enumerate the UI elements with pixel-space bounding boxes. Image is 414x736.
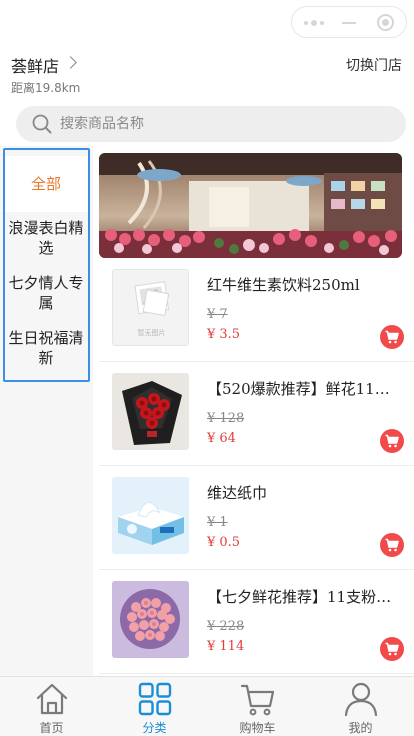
product-price: ¥ 0.5 — [207, 535, 241, 550]
product-name[interactable]: 【七夕鲜花推荐】11支粉玫瑰花束 — [207, 586, 397, 607]
product-name[interactable]: 【520爆款推荐】鲜花11朵红玫瑰 — [207, 378, 397, 399]
add-to-cart-button[interactable] — [380, 533, 404, 557]
promo-banner[interactable] — [99, 153, 402, 258]
cart-icon — [385, 330, 399, 344]
chevron-right-icon[interactable] — [64, 56, 77, 69]
bottom-tab-bar: 首页 分类 购物车 我的 — [0, 676, 414, 736]
add-to-cart-button[interactable] — [380, 325, 404, 349]
product-card[interactable]: 【520爆款推荐】鲜花11朵红玫瑰 ¥ 128 ¥ 64 — [99, 362, 414, 466]
category-birthday[interactable]: 生日祝福清新 — [4, 328, 88, 368]
tissue-box-image — [112, 477, 189, 554]
category-all[interactable]: 全部 — [4, 156, 88, 212]
user-icon — [344, 682, 378, 717]
search-icon — [32, 114, 52, 134]
minimize-icon[interactable] — [342, 22, 356, 24]
search-bar[interactable] — [16, 106, 406, 142]
tab-cart-label: 购物车 — [239, 721, 276, 735]
product-original-price: ¥ 128 — [207, 411, 245, 426]
category-romantic[interactable]: 浪漫表白精选 — [4, 218, 88, 258]
store-name[interactable]: 荟鲜店 — [11, 53, 59, 77]
product-image-placeholder: 暂无图片 — [112, 269, 189, 346]
pink-roses-bouquet-image — [112, 581, 189, 658]
search-input[interactable] — [60, 106, 380, 142]
store-distance: 距离19.8km — [11, 81, 81, 95]
switch-store-button[interactable]: 切换门店 — [346, 55, 402, 75]
cart-icon — [385, 538, 399, 552]
cart-icon — [385, 434, 399, 448]
miniprogram-capsule[interactable] — [291, 6, 407, 38]
category-qixi[interactable]: 七夕情人专属 — [4, 273, 88, 313]
product-name[interactable]: 维达纸巾 — [207, 482, 397, 503]
product-name[interactable]: 红牛维生素饮料250ml — [207, 274, 397, 295]
close-target-icon[interactable] — [377, 14, 394, 31]
tab-cart[interactable]: 购物车 — [206, 677, 309, 736]
product-price: ¥ 64 — [207, 431, 236, 446]
product-price: ¥ 3.5 — [207, 327, 241, 342]
more-dots-icon[interactable] — [304, 20, 326, 26]
product-original-price: ¥ 228 — [207, 619, 245, 634]
category-grid-icon — [138, 682, 172, 716]
tab-home[interactable]: 首页 — [0, 677, 103, 736]
tab-category-label: 分类 — [142, 721, 167, 735]
tab-mine-label: 我的 — [348, 721, 373, 735]
flower-shop-interior-image — [99, 153, 402, 258]
add-to-cart-button[interactable] — [380, 637, 404, 661]
product-original-price: ¥ 7 — [207, 307, 228, 322]
cart-icon — [240, 684, 275, 716]
product-price: ¥ 114 — [207, 639, 245, 654]
cart-icon — [385, 642, 399, 656]
product-card[interactable]: 维达纸巾 ¥ 1 ¥ 0.5 — [99, 466, 414, 570]
tab-category[interactable]: 分类 — [103, 677, 206, 736]
tab-mine[interactable]: 我的 — [309, 677, 412, 736]
product-original-price: ¥ 1 — [207, 515, 228, 530]
tab-home-label: 首页 — [39, 721, 64, 735]
red-roses-bouquet-image — [112, 373, 189, 450]
add-to-cart-button[interactable] — [380, 429, 404, 453]
home-icon — [36, 683, 68, 715]
placeholder-caption: 暂无图片 — [137, 329, 166, 337]
product-card[interactable]: 暂无图片 红牛维生素饮料250ml ¥ 7 ¥ 3.5 — [99, 258, 414, 362]
product-card[interactable]: 【七夕鲜花推荐】11支粉玫瑰花束 ¥ 228 ¥ 114 — [99, 570, 414, 674]
